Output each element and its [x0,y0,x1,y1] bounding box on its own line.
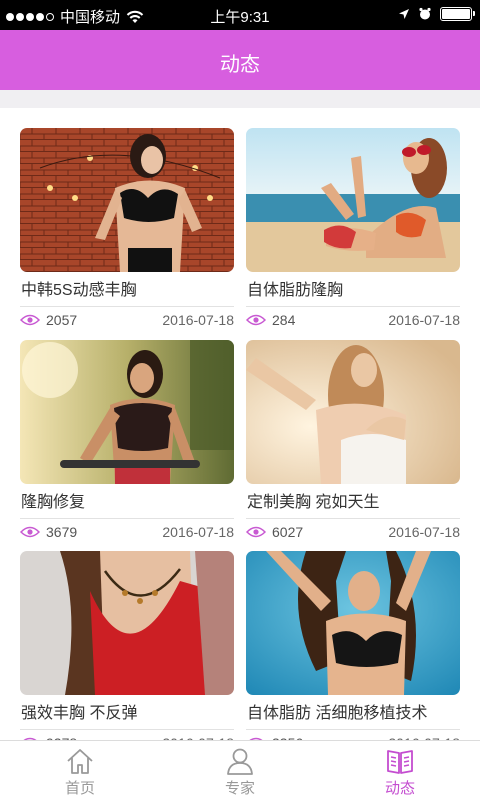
eye-icon [246,526,266,538]
expert-icon [227,748,253,775]
eye-icon [246,314,266,326]
eye-icon [20,526,40,538]
card-title[interactable]: 定制美胸 宛如天生 [246,493,460,513]
tab-label: 首页 [64,780,95,797]
alarm-icon [419,7,431,20]
card-divider [20,729,234,730]
view-count: 3679 [46,524,78,540]
card-image-woman-lace-bra[interactable] [20,128,234,272]
article-card[interactable]: 自体脂肪隆胸 284 2016-07-18 [246,128,460,329]
card-image-woman-bikini-beach[interactable] [246,128,460,272]
card-meta: 284 2016-07-18 [246,311,460,329]
article-card[interactable]: 自体脂肪 活细胞移植技术 3356 2016-07-18 [246,551,460,752]
eye-icon [20,314,40,326]
publish-date: 2016-07-18 [162,312,234,328]
page-title: 动态 [220,54,260,76]
status-right [398,7,475,21]
card-divider [246,306,460,307]
card-image-woman-red-dress[interactable] [20,551,234,695]
card-divider [246,518,460,519]
article-card[interactable]: 强效丰胸 不反弹 9278 2016-07-18 [20,551,234,752]
tab-label: 动态 [384,780,415,797]
card-title[interactable]: 中韩5S动感丰胸 [20,281,234,301]
card-image-woman-black-bra[interactable] [246,551,460,695]
card-meta: 2057 2016-07-18 [20,311,234,329]
app-screen: 中国移动 上午9:31 动态 中韩5S动感丰胸 2057 2016-07-18 … [0,0,480,800]
tab-news[interactable]: 动态 [320,741,480,800]
tab-label: 专家 [224,780,255,797]
card-divider [20,306,234,307]
card-title[interactable]: 自体脂肪 活细胞移植技术 [246,704,460,724]
view-count: 6027 [272,524,304,540]
card-divider [20,518,234,519]
publish-date: 2016-07-18 [388,524,460,540]
status-bar: 中国移动 上午9:31 [0,0,480,30]
tab-home[interactable]: 首页 [0,741,160,800]
card-meta: 6027 2016-07-18 [246,523,460,541]
article-card[interactable]: 中韩5S动感丰胸 2057 2016-07-18 [20,128,234,329]
article-card[interactable]: 隆胸修复 3679 2016-07-18 [20,340,234,541]
view-count: 2057 [46,312,78,328]
battery-icon [440,7,475,21]
home-icon [67,749,93,774]
header-spacer [0,90,480,108]
card-title[interactable]: 隆胸修复 [20,493,234,513]
publish-date: 2016-07-18 [388,312,460,328]
card-divider [246,729,460,730]
bottom-tab-bar: 首页 专家 动态 [0,740,480,800]
card-image-woman-white-top[interactable] [246,340,460,484]
tab-expert[interactable]: 专家 [160,741,320,800]
header-bar: 动态 [0,30,480,90]
card-title[interactable]: 自体脂肪隆胸 [246,281,460,301]
view-count: 284 [272,312,296,328]
card-image-woman-sports-top[interactable] [20,340,234,484]
news-icon [387,750,413,774]
location-arrow-icon [399,9,409,19]
card-meta: 3679 2016-07-18 [20,523,234,541]
article-card[interactable]: 定制美胸 宛如天生 6027 2016-07-18 [246,340,460,541]
publish-date: 2016-07-18 [162,524,234,540]
card-title[interactable]: 强效丰胸 不反弹 [20,704,234,724]
